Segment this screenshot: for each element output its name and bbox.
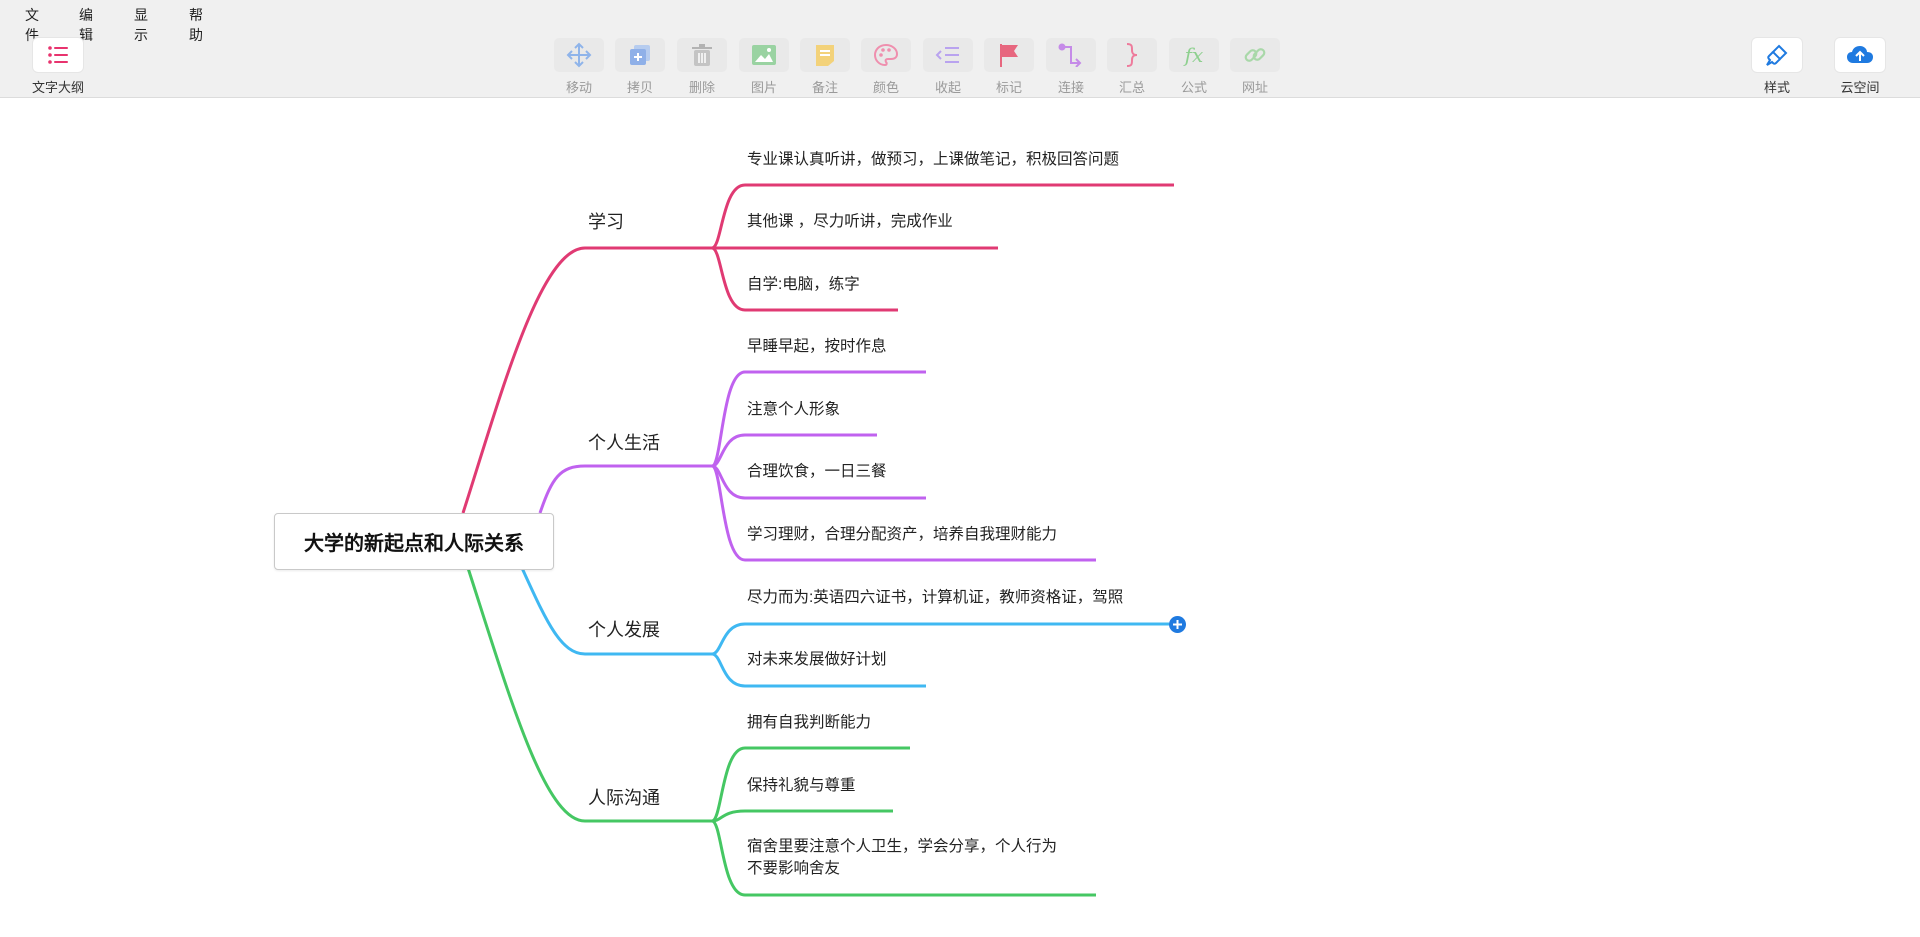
fx-icon: fx	[1169, 38, 1219, 72]
connect-button[interactable]: 连接	[1045, 38, 1097, 96]
color-label: 颜色	[872, 80, 899, 95]
connect-label: 连接	[1057, 80, 1084, 95]
image-label: 图片	[750, 80, 777, 95]
root-topic[interactable]: 大学的新起点和人际关系	[274, 513, 554, 570]
image-button[interactable]: 图片	[738, 38, 790, 96]
communication-child-line-2	[711, 809, 893, 823]
delete-label: 删除	[688, 80, 715, 95]
main-topic-development[interactable]: 个人发展	[588, 616, 660, 642]
branch-line-communication	[466, 567, 586, 823]
subtopic-study-2[interactable]: 其他课 ，尽力听讲，完成作业	[747, 211, 953, 233]
branch-line-development	[520, 567, 586, 656]
note-button[interactable]: 备注	[799, 38, 851, 96]
brace-icon	[1107, 38, 1157, 72]
color-button[interactable]: 颜色	[860, 38, 912, 96]
image-icon	[739, 38, 789, 72]
outline-button[interactable]: 文字大纲	[32, 38, 84, 96]
subtopic-development-1[interactable]: 尽力而为:英语四六证书，计算机证，教师资格证，驾照	[747, 587, 1123, 609]
subtopic-life-3[interactable]: 合理饮食，一日三餐	[747, 461, 887, 483]
flag-icon	[984, 38, 1034, 72]
copy-plus-icon	[615, 38, 665, 72]
formula-button[interactable]: fx 公式	[1168, 38, 1220, 96]
mindmap-canvas[interactable]: 大学的新起点和人际关系 学习 个人生活 个人发展 人际沟通 专业课认真听讲，做预…	[0, 98, 1920, 937]
subtopic-communication-3-line-1: 宿舍里要注意个人卫生，学会分享，个人行为	[747, 838, 1058, 855]
summary-label: 汇总	[1118, 80, 1145, 95]
mark-label: 标记	[995, 80, 1022, 95]
link-label: 网址	[1241, 80, 1268, 95]
branch-line-study	[461, 246, 586, 514]
style-button[interactable]: 样式	[1751, 38, 1803, 96]
mark-button[interactable]: 标记	[983, 38, 1035, 96]
add-child-button[interactable]	[1169, 616, 1186, 633]
cloud-upload-icon	[1835, 38, 1885, 72]
move-arrows-icon	[554, 38, 604, 72]
collapse-label: 收起	[934, 80, 961, 95]
move-label: 移动	[565, 80, 592, 95]
collapse-button[interactable]: 收起	[922, 38, 974, 96]
top-toolbar-area: 文件 编辑 显示 帮助 文字大纲 移动 拷贝 删除 图片 备注 颜色 收起 标记…	[0, 0, 1920, 98]
plus-circle-icon	[1173, 620, 1182, 629]
note-icon	[800, 38, 850, 72]
root-topic-text: 大学的新起点和人际关系	[304, 533, 524, 555]
main-topic-study[interactable]: 学习	[588, 208, 624, 234]
outline-label: 文字大纲	[32, 80, 85, 95]
menu-help[interactable]: 帮助	[189, 5, 203, 45]
subtopic-life-2[interactable]: 注意个人形象	[747, 399, 840, 421]
paint-brush-icon	[1752, 38, 1802, 72]
note-label: 备注	[811, 80, 838, 95]
subtopic-communication-3-line-2: 不要影响舍友	[747, 860, 841, 877]
copy-label: 拷贝	[626, 80, 653, 95]
main-topic-communication[interactable]: 人际沟通	[588, 784, 660, 810]
menu-view[interactable]: 显示	[134, 5, 148, 45]
chain-link-icon	[1230, 38, 1280, 72]
collapse-icon	[923, 38, 973, 72]
subtopic-life-1[interactable]: 早睡早起，按时作息	[747, 336, 887, 358]
move-button[interactable]: 移动	[553, 38, 605, 96]
cloud-label: 云空间	[1840, 80, 1880, 95]
link-button[interactable]: 网址	[1229, 38, 1281, 96]
subtopic-communication-2[interactable]: 保持礼貌与尊重	[747, 775, 856, 797]
subtopic-communication-3[interactable]: 宿舍里要注意个人卫生，学会分享，个人行为 不要影响舍友	[747, 836, 1057, 880]
subtopic-development-2[interactable]: 对未来发展做好计划	[747, 649, 887, 671]
formula-label: 公式	[1180, 80, 1207, 95]
copy-button[interactable]: 拷贝	[614, 38, 666, 96]
cloud-button[interactable]: 云空间	[1834, 38, 1886, 96]
subtopic-study-3[interactable]: 自学:电脑，练字	[747, 274, 860, 296]
subtopic-communication-1[interactable]: 拥有自我判断能力	[747, 712, 871, 734]
list-icon	[33, 38, 83, 72]
main-topic-life[interactable]: 个人生活	[588, 429, 660, 455]
subtopic-study-1[interactable]: 专业课认真听讲，做预习，上课做笔记，积极回答问题	[747, 149, 1119, 171]
style-label: 样式	[1763, 80, 1790, 95]
summary-button[interactable]: 汇总	[1106, 38, 1158, 96]
subtopic-life-4[interactable]: 学习理财，合理分配资产，培养自我理财能力	[747, 524, 1057, 546]
palette-icon	[861, 38, 911, 72]
delete-button[interactable]: 删除	[676, 38, 728, 96]
trash-icon	[677, 38, 727, 72]
branch-line-life	[538, 464, 586, 514]
connector-icon	[1046, 38, 1096, 72]
